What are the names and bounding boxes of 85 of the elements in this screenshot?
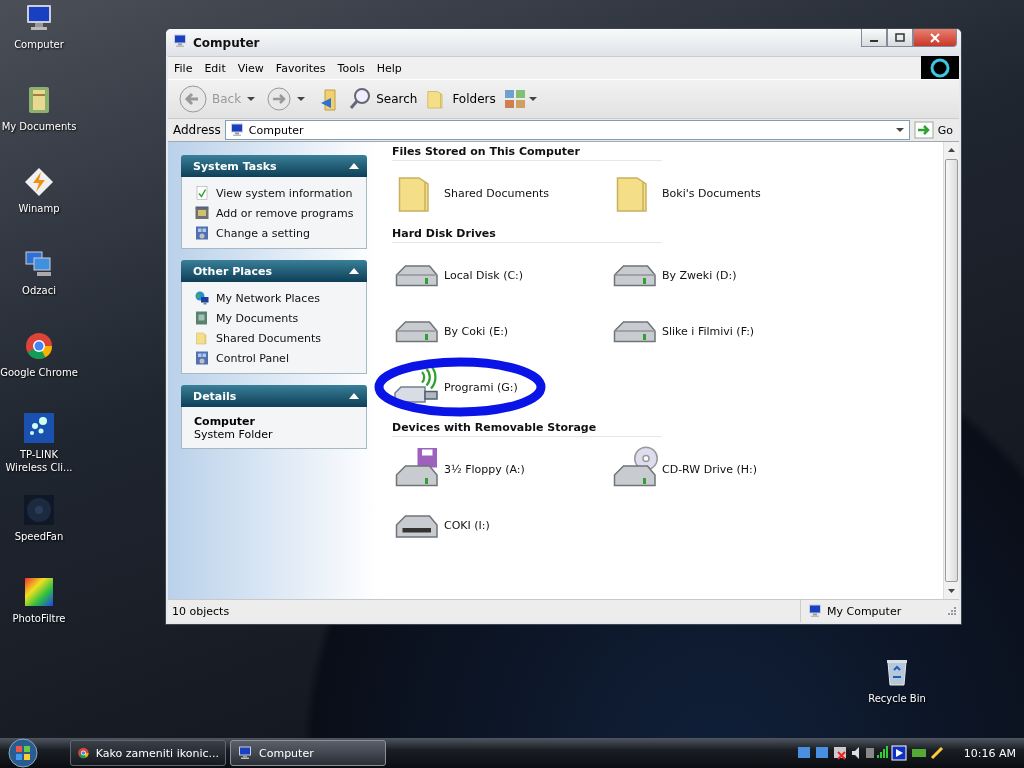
menu-item[interactable]: Help [370,61,408,75]
menu-item[interactable]: View [231,61,270,75]
globe-computer-icon [194,290,210,306]
item-label[interactable]: 3½ Floppy (A:) [444,462,525,476]
windows-logo-icon [8,738,38,768]
desktop-icon-label[interactable]: PhotoFiltre [0,612,78,625]
fan-icon [23,494,55,526]
item-label[interactable]: Shared Documents [444,186,549,200]
item-label[interactable]: Local Disk (C:) [444,268,524,282]
control-panel-icon [194,225,210,241]
details-type: System Folder [194,428,274,441]
lightning-icon [23,166,55,198]
folder-icon [194,330,210,346]
resize-grip-icon [947,606,957,616]
group-heading: Devices with Removable Storage [392,421,662,437]
close-icon [928,32,942,43]
desktop-icon-label[interactable]: SpeedFan [0,530,78,543]
panel-header[interactable]: Details [181,385,367,407]
task-link[interactable]: View system information [216,186,353,200]
maximize-button[interactable] [887,29,913,47]
chrome-icon [77,745,90,761]
bubbles-icon [23,412,55,444]
caret-icon [296,96,307,102]
menu-item[interactable]: File [168,61,199,75]
item-label[interactable]: COKI (I:) [444,518,490,532]
item-label[interactable]: Slike i Filmivi (F:) [662,324,755,338]
scrollbar-thumb[interactable] [945,159,958,582]
task-link[interactable]: Change a setting [216,226,310,240]
status-zone: My Computer [827,604,902,618]
desktop-icon-label[interactable]: Computer [0,38,78,51]
menu-item[interactable]: Edit [198,61,232,75]
checkmark-document-icon [194,185,210,201]
desktop-icon-label[interactable]: Recycle Bin [858,692,936,705]
dropdown-caret-icon [894,127,905,133]
group-heading: Hard Disk Drives [392,227,662,243]
forward-button[interactable] [265,85,294,113]
computer-icon [807,603,823,619]
taskbar-button[interactable]: Computer [230,740,386,766]
item-label[interactable]: CD-RW Drive (H:) [662,462,758,476]
desktop-icon-label[interactable]: Odzaci [0,284,78,297]
details-name: Computer [194,415,256,428]
minimize-button[interactable] [861,29,887,47]
item-label[interactable]: Programi (G:) [444,380,518,394]
address-label: Address [173,123,221,137]
caret-icon [246,96,257,102]
control-panel-icon [194,350,210,366]
item-label[interactable]: Boki's Documents [662,186,761,200]
task-link[interactable]: My Documents [216,311,299,325]
task-link[interactable]: Control Panel [216,351,289,365]
search-icon [348,87,373,111]
menu-item[interactable]: Favorites [269,61,332,75]
scrollbar[interactable] [943,142,959,599]
document-folder-icon [194,310,210,326]
go-button[interactable]: Go [913,121,959,139]
views-icon [502,88,537,110]
panel-header[interactable]: System Tasks [181,155,367,177]
gradient-square-icon [23,576,55,608]
taskbar-button[interactable]: Kako zameniti ikonic... [70,740,226,766]
computer-icon [172,32,188,49]
clock[interactable]: 10:16 AM [959,746,1024,760]
task-link[interactable]: Add or remove programs [216,206,354,220]
item-label[interactable]: By Coki (E:) [444,324,509,338]
window-title: Computer [193,35,260,50]
search-button[interactable]: Search [346,85,420,113]
item-label[interactable]: By Zweki (D:) [662,268,737,282]
computer-icon [237,745,253,761]
maximize-icon [894,32,906,43]
desktop-icon-label[interactable]: Winamp [0,202,78,215]
address-field[interactable]: Computer [224,120,910,140]
panel-header[interactable]: Other Places [181,260,367,282]
close-button[interactable] [913,29,957,47]
task-link[interactable]: Shared Documents [216,331,321,345]
desktop-icon-label[interactable]: Google Chrome [0,366,78,379]
task-link[interactable]: My Network Places [216,291,320,305]
menu-item[interactable]: Tools [331,61,371,75]
desktop-icon-label[interactable]: TP-LINK Wireless Cli... [0,448,78,474]
folders-button[interactable]: Folders [422,85,498,113]
minimize-icon [870,39,878,42]
desktop-icon-label[interactable]: My Documents [0,120,78,133]
status-text: 10 objects [171,604,231,618]
program-box-icon [194,205,210,221]
chrome-icon [23,330,55,362]
group-heading: Files Stored on This Computer [392,145,662,161]
computer-icon [228,122,245,138]
logo-icon [921,56,959,80]
